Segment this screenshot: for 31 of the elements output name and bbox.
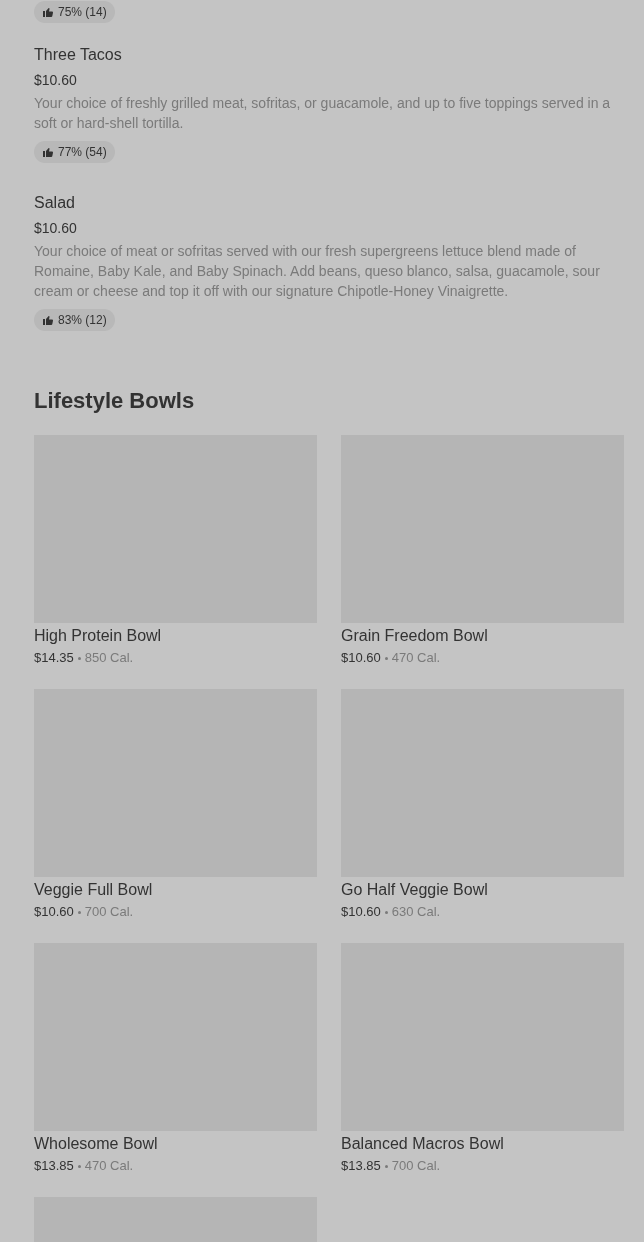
rating-badge: 75% (14) bbox=[34, 1, 115, 23]
section-heading: Lifestyle Bowls bbox=[34, 387, 196, 415]
card-calories: 850 Cal. bbox=[84, 649, 134, 667]
card-calories: 700 Cal. bbox=[391, 1157, 441, 1175]
card-price: $14.35 bbox=[34, 649, 74, 667]
thumbs-up-icon bbox=[42, 6, 54, 18]
rating-badge: 83% (12) bbox=[34, 309, 115, 331]
item-description: Your choice of freshly grilled meat, sofritas, or guacamole, and up to five toppings served in a soft or hard-shell tortilla. bbox=[34, 94, 612, 133]
card-price: $13.85 bbox=[34, 1157, 74, 1175]
rating-badge: 77% (54) bbox=[34, 141, 115, 163]
card-calories: 700 Cal. bbox=[84, 903, 134, 921]
card-price: $13.85 bbox=[341, 1157, 381, 1175]
item-price: $10.60 bbox=[34, 219, 77, 237]
item-description: Your choice of meat or sofritas served with our fresh supergreens lettuce blend made of Romaine, Baby Kale, and Baby Spinach. Add beans, queso blanco, salsa, guacamole, sour cream or cheese and top it off with our signature Chipotle-Honey Vinaigrette. bbox=[34, 242, 601, 301]
card-price: $10.60 bbox=[34, 903, 74, 921]
item-name: Three Tacos bbox=[34, 45, 122, 65]
item-name: Salad bbox=[34, 193, 75, 213]
thumbs-up-icon bbox=[42, 146, 54, 158]
card-price: $10.60 bbox=[341, 649, 381, 667]
thumbs-up-icon bbox=[42, 314, 54, 326]
card-title: Wholesome Bowl bbox=[34, 1134, 159, 1154]
card-title: Veggie Full Bowl bbox=[34, 880, 154, 900]
card-title: Grain Freedom Bowl bbox=[341, 626, 489, 646]
card-title: High Protein Bowl bbox=[34, 626, 163, 646]
card-title: Balanced Macros Bowl bbox=[341, 1134, 505, 1154]
card-calories: 470 Cal. bbox=[391, 649, 441, 667]
item-price: $10.60 bbox=[34, 71, 77, 89]
card-title: Go Half Veggie Bowl bbox=[341, 880, 489, 900]
card-price: $10.60 bbox=[341, 903, 381, 921]
card-calories: 630 Cal. bbox=[391, 903, 441, 921]
card-calories: 470 Cal. bbox=[84, 1157, 134, 1175]
